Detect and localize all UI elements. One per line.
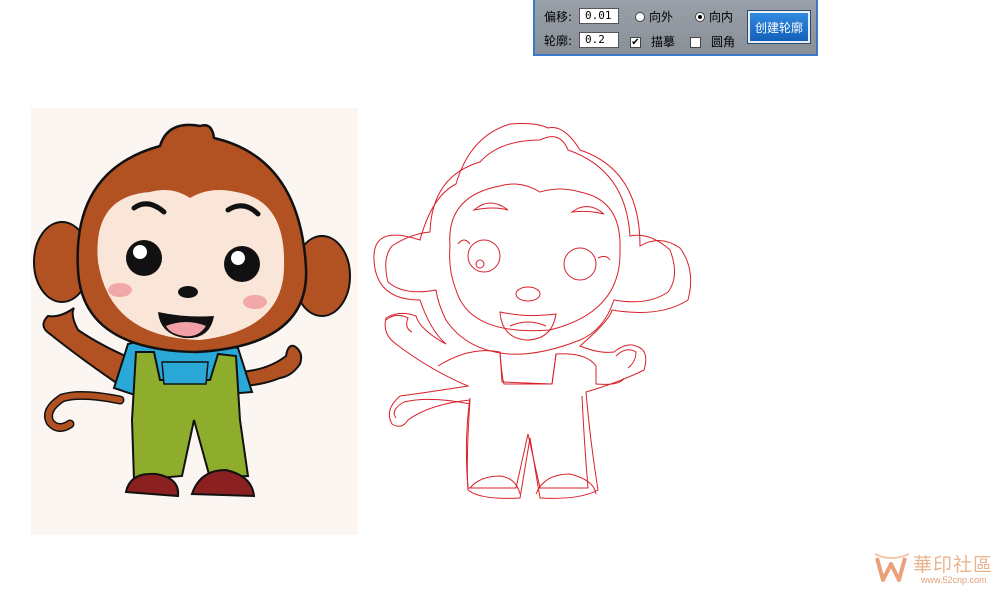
stroke-label: 描摹 <box>651 35 676 49</box>
offset-input[interactable]: 0.01 <box>579 8 619 24</box>
round-corner-checkbox[interactable] <box>690 37 701 48</box>
watermark-url: www.52cnp.com <box>921 575 987 585</box>
inward-label: 向内 <box>709 10 734 24</box>
outline-monkey-artwork <box>373 123 692 499</box>
outward-radio[interactable] <box>635 12 645 22</box>
create-outline-button[interactable]: 创建轮廓 <box>747 10 811 44</box>
outline-label: 轮廓: <box>544 34 573 48</box>
offset-label: 偏移: <box>544 10 573 24</box>
contour-tool-panel: 偏移: 0.01 轮廓: 0.2 向外 向内 ✔ 描摹 圆角 创建轮廓 <box>533 0 818 56</box>
watermark-logo-icon <box>874 553 910 582</box>
outward-label: 向外 <box>649 10 674 24</box>
round-corner-label: 圆角 <box>711 35 736 49</box>
inward-radio[interactable] <box>695 12 705 22</box>
stroke-checkbox[interactable]: ✔ <box>630 37 641 48</box>
watermark-text: 華印社區 <box>913 554 994 576</box>
outline-input[interactable]: 0.2 <box>579 32 619 48</box>
colored-monkey-artwork <box>33 123 351 498</box>
